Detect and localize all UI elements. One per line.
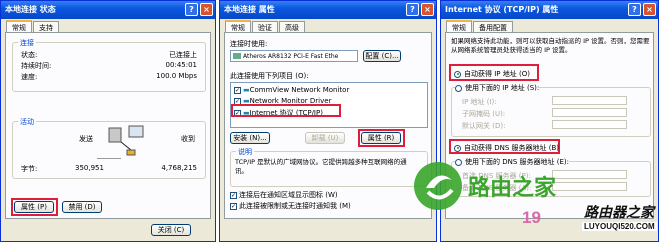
option-label: 连接后在通知区域显示图标 (W) — [239, 191, 338, 199]
duration-value: 00:45:01 — [165, 61, 197, 69]
watermark-number: 19 — [522, 208, 541, 227]
tab-general[interactable]: 常规 — [225, 20, 251, 32]
activity-group: 活动 发送 收到 字节: 350,951 4,768,215 — [12, 117, 206, 179]
mask-input[interactable] — [552, 108, 627, 117]
help-icon[interactable]: ? — [185, 3, 198, 16]
auto-ip-radio[interactable]: 自动获得 IP 地址 (O) — [454, 69, 530, 79]
window-title: Internet 协议 (TCP/IP) 属性 — [445, 5, 559, 14]
uninstall-button[interactable]: 卸载 (U) — [305, 132, 345, 144]
group-title: 说明 — [236, 147, 254, 157]
option-label: 使用下面的 IP 地址 (S): — [465, 84, 540, 92]
description-group: 说明 TCP/IP 是默认的广域网协议。它提供跨越多种互联网络的通讯。 — [230, 147, 428, 187]
status-label: 状态: — [21, 51, 38, 59]
adapter-field: Atheros AR8132 PCI-E Fast Ethe — [230, 50, 358, 62]
group-title: 连接 — [18, 38, 36, 48]
mask-label: 子网掩码 (U): — [462, 110, 506, 118]
option-label: 此连接被限制或无连接时通知我 (M) — [239, 202, 351, 210]
window-title: 本地连接 状态 — [5, 5, 56, 14]
dns2-input[interactable] — [552, 182, 627, 191]
sent-label: 发送 — [79, 135, 93, 143]
list-item[interactable]: ✓ ▬CommView Network Monitor — [234, 86, 349, 94]
option-label: 使用下面的 DNS 服务器地址 (E): — [465, 158, 569, 166]
ip-input[interactable] — [552, 96, 627, 105]
bytes-sent-value: 350,951 — [75, 164, 104, 172]
highlight-box — [358, 129, 405, 147]
manual-ip-radio[interactable]: 使用下面的 IP 地址 (S): — [455, 83, 540, 93]
connection-group: 连接 状态: 已连接上 持续时间: 00:45:01 速度: 100.0 Mbp… — [12, 38, 206, 92]
close-icon[interactable]: × — [200, 3, 213, 16]
help-icon[interactable]: ? — [628, 3, 641, 16]
manual-ip-group: 使用下面的 IP 地址 (S): IP 地址 (I): 子网掩码 (U): 默认… — [451, 83, 651, 137]
show-icon-option[interactable]: ✓ 连接后在通知区域显示图标 (W) — [230, 190, 338, 200]
properties-window: 本地连接 属性 ? × 常规 验证 高级 连接时使用: Atheros AR8132 … — [219, 0, 437, 242]
status-value: 已连接上 — [169, 51, 197, 59]
watermark-logo-icon — [414, 162, 462, 210]
dns1-input[interactable] — [552, 170, 627, 179]
watermark-brand: 路由之家 — [468, 175, 557, 200]
title-bar[interactable]: 本地连接 属性 ? × — [220, 1, 436, 19]
checkbox[interactable]: ✓ — [230, 191, 237, 199]
bytes-label: 字节: — [21, 165, 38, 173]
close-button[interactable]: 关闭 (C) — [151, 224, 191, 236]
network-computers-icon — [108, 125, 144, 156]
received-label: 收到 — [181, 135, 195, 143]
tab-support[interactable]: 支持 — [33, 21, 59, 32]
watermark-url: LUYOUQI520.COM — [582, 222, 657, 231]
window-title: 本地连接 属性 — [224, 5, 275, 14]
duration-label: 持续时间: — [21, 62, 52, 70]
disable-button[interactable]: 禁用 (D) — [62, 201, 102, 213]
notify-option[interactable]: ✓ 此连接被限制或无连接时通知我 (M) — [230, 201, 351, 211]
watermark-big-text: 路由器之家 — [584, 204, 654, 220]
gateway-input[interactable] — [552, 120, 627, 129]
status-window: 本地连接 状态 ? × 常规 支持 连接 状态: 已连接上 持续时间: 00:45:… — [0, 0, 216, 242]
gateway-label: 默认网关 (D): — [462, 122, 506, 130]
radio[interactable] — [454, 70, 461, 78]
highlight-box — [231, 104, 341, 117]
radio[interactable] — [454, 144, 461, 152]
tab-general[interactable]: 常规 — [446, 20, 472, 32]
checkbox[interactable]: ✓ — [230, 202, 237, 210]
close-icon[interactable]: × — [421, 3, 434, 16]
intro-text: 如果网络支持此功能，则可以获取自动指派的 IP 设置。否则，您需要从网络系统管理… — [451, 37, 650, 54]
speed-value: 100.0 Mbps — [156, 72, 197, 80]
configure-button[interactable]: 配置 (C)... — [363, 50, 401, 62]
description-text: TCP/IP 是默认的广域网协议。它提供跨越多种互联网络的通讯。 — [235, 158, 407, 175]
radio[interactable] — [455, 84, 462, 92]
tab-panel: 连接时使用: Atheros AR8132 PCI-E Fast Ethe 配置… — [224, 32, 432, 219]
tab-auth[interactable]: 验证 — [252, 21, 278, 32]
divider — [97, 158, 121, 159]
highlight-box — [11, 198, 58, 216]
item-label: CommView Network Monitor — [249, 86, 350, 94]
group-title: 活动 — [18, 117, 36, 127]
option-label: 自动获得 IP 地址 (O) — [464, 70, 530, 78]
title-bar[interactable]: Internet 协议 (TCP/IP) 属性 ? × — [441, 1, 658, 19]
adapter-icon — [233, 53, 241, 59]
option-label: 自动获得 DNS 服务器地址 (B) — [464, 144, 560, 152]
connect-using-label: 连接时使用: — [230, 40, 268, 48]
adapter-name: Atheros AR8132 PCI-E Fast Ethe — [243, 53, 339, 60]
items-label: 此连接使用下列项目 (O): — [230, 72, 309, 80]
network-icon: ▬ — [243, 86, 250, 94]
bytes-received-value: 4,768,215 — [161, 164, 197, 172]
install-button[interactable]: 安装 (N)... — [230, 132, 270, 144]
auto-dns-radio[interactable]: 自动获得 DNS 服务器地址 (B) — [454, 143, 559, 153]
speed-label: 速度: — [21, 73, 38, 81]
tab-advanced[interactable]: 高级 — [279, 21, 305, 32]
manual-dns-radio[interactable]: 使用下面的 DNS 服务器地址 (E): — [455, 157, 569, 167]
title-bar[interactable]: 本地连接 状态 ? × — [1, 1, 215, 19]
ip-label: IP 地址 (I): — [462, 98, 497, 106]
help-icon[interactable]: ? — [406, 3, 419, 16]
tab-general[interactable]: 常规 — [6, 20, 32, 32]
checkbox[interactable]: ✓ — [234, 86, 241, 94]
tab-panel: 连接 状态: 已连接上 持续时间: 00:45:01 速度: 100.0 Mbp… — [5, 32, 211, 219]
tab-alternate[interactable]: 备用配置 — [473, 21, 513, 32]
close-icon[interactable]: × — [643, 3, 656, 16]
